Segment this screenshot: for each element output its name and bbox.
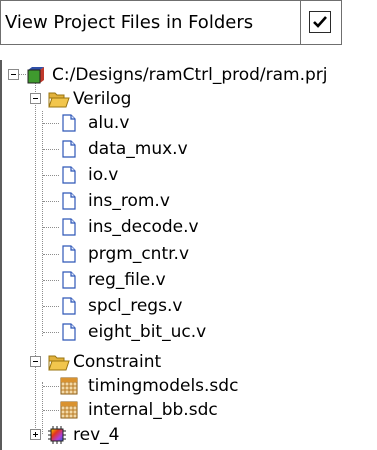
expand-toggle-icon[interactable] bbox=[30, 429, 41, 440]
view-project-files-label: View Project Files in Folders bbox=[5, 1, 301, 44]
project-icon bbox=[27, 67, 44, 84]
file-icon bbox=[62, 192, 76, 214]
file-icon bbox=[62, 166, 76, 188]
tree-node-file[interactable]: alu.v bbox=[2, 111, 377, 135]
tree-line bbox=[43, 227, 59, 229]
sdc-file-icon bbox=[60, 377, 78, 399]
tree-node-file[interactable]: ins_rom.v bbox=[2, 189, 377, 213]
file-label: eight_bit_uc.v bbox=[88, 321, 207, 342]
tree-node-implementation[interactable]: rev_4 bbox=[2, 423, 377, 447]
tree-node-folder-constraint[interactable]: Constraint bbox=[2, 350, 377, 374]
tree-node-file[interactable]: prgm_cntr.v bbox=[2, 242, 377, 266]
tree-line bbox=[43, 149, 59, 151]
tree-node-folder-verilog[interactable]: Verilog bbox=[2, 87, 377, 111]
collapse-toggle-icon[interactable] bbox=[8, 69, 19, 80]
tree-line bbox=[43, 331, 59, 333]
file-label: internal_bb.sdc bbox=[88, 400, 218, 420]
project-file-tree: C:/Designs/ramCtrl_prod/ram.prj Verilog … bbox=[0, 60, 377, 450]
folder-label: Constraint bbox=[73, 352, 162, 372]
tree-line bbox=[43, 201, 59, 203]
open-folder-icon bbox=[48, 355, 70, 371]
file-label: spcl_regs.v bbox=[88, 295, 183, 316]
folder-label: Verilog bbox=[73, 89, 132, 109]
tree-node-project[interactable]: C:/Designs/ramCtrl_prod/ram.prj bbox=[2, 63, 377, 87]
tree-line bbox=[43, 305, 59, 307]
file-label: io.v bbox=[88, 165, 119, 186]
tree-node-file[interactable]: data_mux.v bbox=[2, 137, 377, 161]
tree-node-file[interactable]: ins_decode.v bbox=[2, 215, 377, 239]
file-icon bbox=[62, 140, 76, 162]
tree-node-file[interactable]: spcl_regs.v bbox=[2, 294, 377, 318]
file-icon bbox=[62, 114, 76, 136]
file-label: ins_decode.v bbox=[88, 217, 199, 238]
file-label: timingmodels.sdc bbox=[88, 376, 239, 396]
tree-line bbox=[43, 386, 59, 387]
open-folder-icon bbox=[48, 92, 70, 108]
file-icon bbox=[62, 270, 76, 293]
project-label: C:/Designs/ramCtrl_prod/ram.prj bbox=[52, 65, 328, 85]
checkmark-icon bbox=[313, 16, 327, 28]
implementation-label: rev_4 bbox=[73, 425, 120, 445]
file-icon bbox=[62, 323, 76, 345]
view-project-files-option: View Project Files in Folders bbox=[0, 0, 342, 45]
sdc-file-icon bbox=[60, 401, 78, 423]
file-label: reg_file.v bbox=[88, 269, 166, 290]
tree-line bbox=[43, 253, 59, 255]
tree-line bbox=[43, 123, 59, 124]
tree-node-file[interactable]: internal_bb.sdc bbox=[2, 398, 377, 422]
tree-node-file[interactable]: io.v bbox=[2, 163, 377, 187]
chip-icon bbox=[48, 426, 66, 444]
view-project-files-checkbox[interactable] bbox=[309, 11, 331, 33]
file-icon bbox=[62, 297, 76, 319]
file-icon bbox=[62, 218, 76, 240]
tree-node-file[interactable]: eight_bit_uc.v bbox=[2, 320, 377, 344]
file-label: prgm_cntr.v bbox=[88, 243, 190, 264]
tree-line bbox=[43, 279, 59, 281]
tree-node-file[interactable]: timingmodels.sdc bbox=[2, 374, 377, 398]
collapse-toggle-icon[interactable] bbox=[30, 93, 41, 104]
file-label: data_mux.v bbox=[88, 139, 188, 160]
file-label: ins_rom.v bbox=[88, 191, 170, 212]
collapse-toggle-icon[interactable] bbox=[30, 356, 41, 367]
file-label: alu.v bbox=[88, 113, 130, 133]
file-icon bbox=[62, 244, 76, 267]
tree-node-file[interactable]: reg_file.v bbox=[2, 268, 377, 292]
tree-line bbox=[43, 410, 59, 411]
tree-line bbox=[43, 175, 59, 177]
